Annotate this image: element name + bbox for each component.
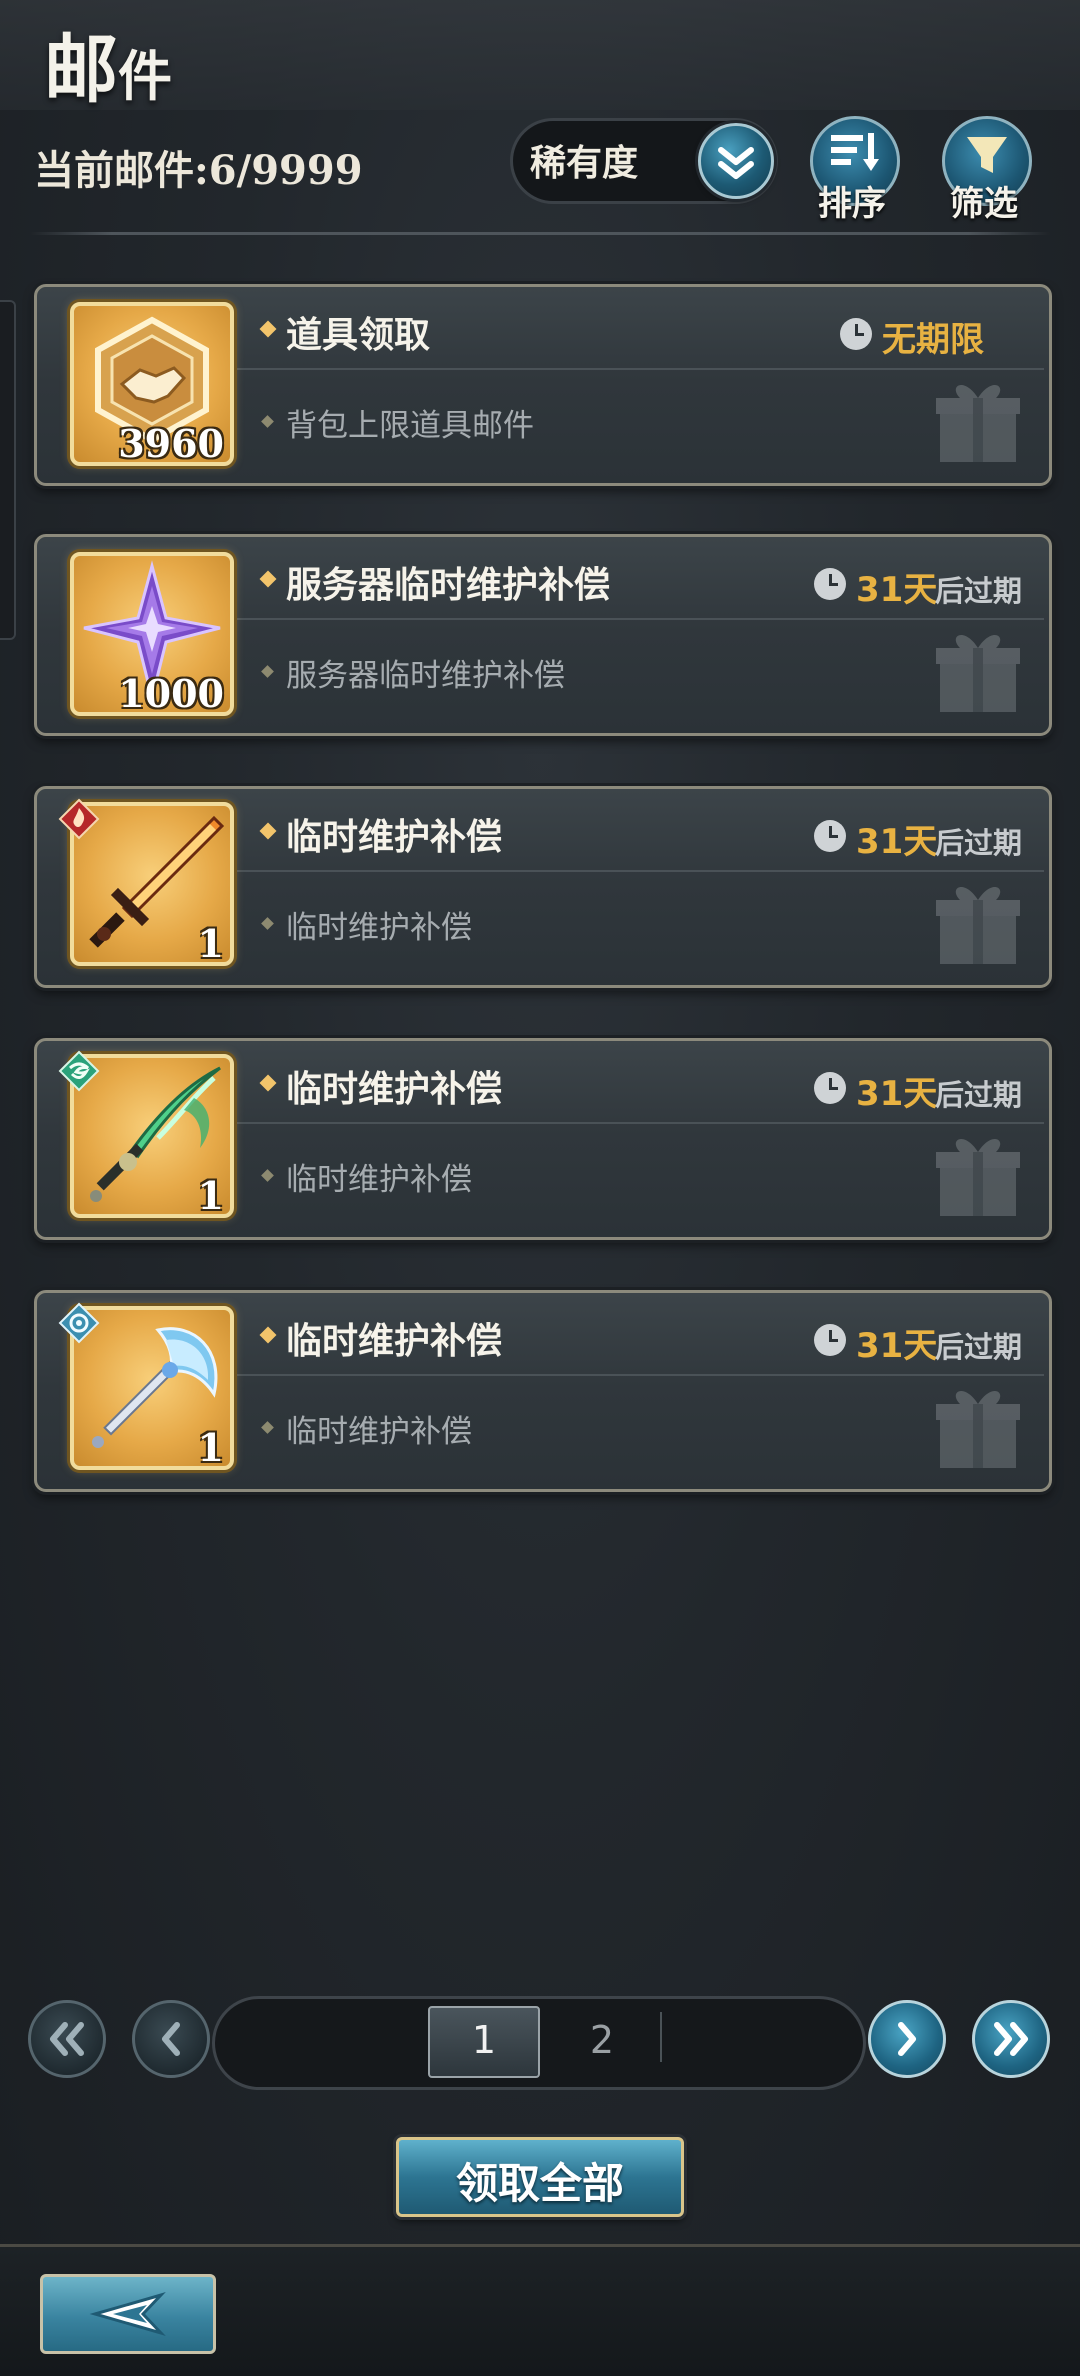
mail-expiry-days: 31天 [856, 822, 938, 862]
gift-box-icon [936, 634, 1020, 712]
page-title-first-char: 邮 [44, 27, 118, 113]
attachment-count: 1000 [118, 671, 224, 716]
claim-all-label: 领取全部 [455, 2159, 624, 2208]
attachment-count: 1 [197, 921, 224, 966]
side-drawer-handle[interactable] [0, 300, 16, 640]
mail-expiry-suffix: 后过期 [935, 1330, 1023, 1364]
page-separator [660, 2012, 662, 2062]
last-page-button[interactable] [972, 2000, 1050, 2078]
page-title-second-char: 件 [118, 44, 172, 108]
clock-icon [814, 568, 846, 600]
mail-expiry-days: 31天 [856, 1074, 938, 1114]
mail-title: 临时维护补偿 [286, 817, 503, 858]
mail-title: 道具领取 [286, 315, 431, 356]
chevron-left-icon [162, 2022, 180, 2056]
gift-box-icon [936, 1390, 1020, 1468]
mail-attachment-frame: 3960 [70, 302, 234, 466]
double-chevron-right-icon [994, 2022, 1028, 2056]
mail-title: 服务器临时维护补偿 [286, 565, 611, 606]
mail-expiry-days: 31天 [856, 570, 938, 610]
mail-subtitle: 临时维护补偿 [286, 910, 472, 946]
first-page-button[interactable] [28, 2000, 106, 2078]
gift-box-icon [936, 384, 1020, 462]
page-title: 邮件 [44, 10, 172, 113]
wind-element-icon [58, 1050, 100, 1092]
mail-subtitle: 临时维护补偿 [286, 1414, 472, 1450]
ice-element-icon [58, 1302, 100, 1344]
clock-icon [840, 318, 872, 350]
mail-count-label: 当前邮件:6/9999 [34, 147, 363, 194]
back-button[interactable] [40, 2274, 216, 2354]
sort-button-label: 排序 [818, 184, 886, 224]
page-number-2[interactable]: 2 [546, 2018, 658, 2062]
mail-expiry-suffix: 后过期 [935, 574, 1023, 608]
mail-expiry-days: 31天 [856, 1326, 938, 1366]
mail-item-divider [226, 1122, 1044, 1124]
gift-box-icon [936, 1138, 1020, 1216]
back-arrow-icon [89, 2292, 166, 2336]
clock-icon [814, 820, 846, 852]
attachment-count: 1 [197, 1173, 224, 1218]
mail-item-divider [226, 368, 1044, 370]
mail-expiry: 无期限 [882, 320, 984, 360]
mail-attachment-frame: 1000 [70, 552, 234, 716]
double-chevron-left-icon [50, 2022, 84, 2056]
mail-expiry-suffix: 后过期 [935, 1078, 1023, 1112]
fire-element-icon [58, 798, 100, 840]
mail-subtitle: 临时维护补偿 [286, 1162, 472, 1198]
filter-button-label: 筛选 [950, 184, 1018, 224]
mail-item-divider [226, 1374, 1044, 1376]
next-page-button[interactable] [868, 2000, 946, 2078]
previous-page-button[interactable] [132, 2000, 210, 2078]
mail-item-divider [226, 618, 1044, 620]
attachment-count: 1 [197, 1425, 224, 1470]
clock-icon [814, 1072, 846, 1104]
chevron-right-icon [898, 2022, 916, 2056]
mail-title: 临时维护补偿 [286, 1321, 503, 1362]
mail-title: 临时维护补偿 [286, 1069, 503, 1110]
mail-subtitle: 背包上限道具邮件 [286, 408, 534, 444]
header-divider [30, 232, 1050, 235]
mail-item-divider [226, 870, 1044, 872]
mail-subtitle: 服务器临时维护补偿 [286, 658, 565, 694]
mail-expiry-suffix: 后过期 [935, 826, 1023, 860]
chevron-double-down-icon [718, 147, 754, 179]
attachment-count: 3960 [118, 421, 224, 466]
dropdown-expand-button[interactable] [698, 123, 774, 199]
clock-icon [814, 1324, 846, 1356]
gift-box-icon [936, 886, 1020, 964]
sort-dropdown-value: 稀有度 [530, 143, 639, 184]
page-number-1[interactable]: 1 [428, 2018, 540, 2062]
